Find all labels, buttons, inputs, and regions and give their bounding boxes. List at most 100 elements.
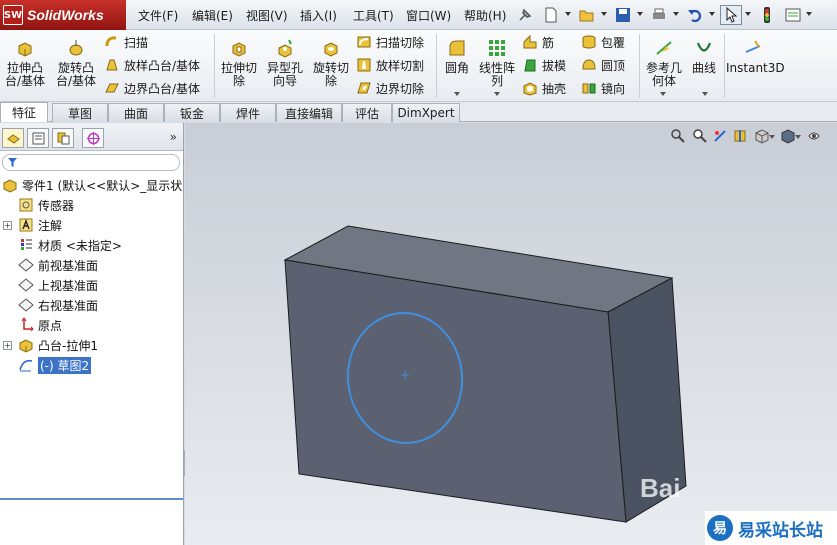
tree-item-part[interactable]: 零件1 (默认<<默认>_显示状态	[0, 175, 182, 195]
draft-icon	[524, 59, 536, 72]
property-manager-icon	[32, 132, 44, 144]
feature-tree-icon	[6, 133, 20, 144]
menu-window[interactable]: 窗口(W)	[406, 7, 451, 24]
options-icon[interactable]	[782, 5, 804, 25]
tab-surfaces[interactable]: 曲面	[108, 103, 164, 122]
command-tab-strip: 特征 草图 曲面 钣金 焊件 直接编辑 评估 DimXpert	[0, 102, 837, 122]
hole-wizard-button[interactable]: 异型孔 向导	[263, 32, 307, 88]
menu-view[interactable]: 视图(V)	[246, 7, 288, 24]
site-watermark-text: 易采站长站	[738, 520, 823, 541]
dome-icon	[582, 59, 596, 70]
mirror-icon	[582, 83, 596, 94]
reference-geometry-button[interactable]: 参考几 何体	[642, 32, 686, 88]
baidu-watermark: Bai	[640, 473, 681, 503]
tab-direct-editing[interactable]: 直接编辑	[276, 103, 342, 122]
menu-edit[interactable]: 编辑(E)	[192, 7, 233, 24]
instant3d-icon	[745, 40, 761, 53]
boundary-cut-button[interactable]: 边界切除	[356, 78, 424, 98]
feature-manager-tab[interactable]	[2, 128, 24, 148]
sweep-boss-button[interactable]: 扫描	[104, 32, 148, 52]
undo-icon[interactable]	[684, 5, 706, 25]
wrap-icon	[582, 35, 596, 49]
linear-pattern-button[interactable]: 线性阵 列	[477, 32, 517, 88]
configuration-icon	[57, 132, 69, 144]
rib-button[interactable]: 筋	[522, 32, 554, 52]
rebuild-traffic-light-icon[interactable]	[756, 5, 778, 25]
tab-dimxpert[interactable]: DimXpert	[392, 103, 460, 122]
hole-wizard-icon	[278, 39, 292, 58]
extrude-cut-button[interactable]: 拉伸切 除	[217, 32, 261, 88]
mirror-button[interactable]: 镜向	[581, 78, 625, 98]
sweep-cut-icon	[357, 36, 371, 48]
curves-icon	[696, 42, 712, 52]
tree-item-boss-extrude[interactable]: + 凸台-拉伸1	[0, 335, 182, 355]
fillet-button[interactable]: 圆角	[440, 32, 474, 75]
graphics-viewport[interactable]: Bai 易 易采站长站	[185, 123, 837, 545]
tree-item-material[interactable]: 材质 <未指定>	[0, 235, 182, 255]
annotation-icon	[19, 218, 33, 232]
tree-filter-input[interactable]	[2, 154, 180, 171]
rib-icon	[523, 34, 537, 49]
configuration-manager-tab[interactable]	[52, 128, 74, 148]
revolve-cut-button[interactable]: 旋转切 除	[309, 32, 353, 88]
tab-weldments[interactable]: 焊件	[220, 103, 276, 122]
sweep-cut-button[interactable]: 扫描切除	[356, 32, 424, 52]
loft-boss-button[interactable]: 放样凸台/基体	[104, 55, 200, 75]
tree-item-top-plane[interactable]: 上视基准面	[0, 275, 182, 295]
sensor-icon	[19, 198, 33, 212]
panel-more-chevron-icon[interactable]: »	[170, 130, 177, 144]
shell-button[interactable]: 抽壳	[522, 78, 566, 98]
menu-tools[interactable]: 工具(T)	[353, 7, 394, 24]
dome-button[interactable]: 圆顶	[581, 55, 625, 75]
boundary-cut-icon	[357, 82, 371, 94]
panel-tabs: »	[0, 123, 183, 151]
draft-button[interactable]: 拔模	[522, 55, 566, 75]
tab-sketch[interactable]: 草图	[52, 103, 108, 122]
open-folder-icon[interactable]	[576, 5, 598, 25]
site-watermark: 易 易采站长站	[705, 511, 837, 545]
curves-button[interactable]: 曲线	[689, 32, 719, 75]
select-pointer-icon[interactable]	[720, 5, 742, 25]
app-logo[interactable]: SW SolidWorks	[0, 0, 126, 30]
expand-icon[interactable]: +	[3, 220, 12, 230]
app-name: SolidWorks	[27, 7, 104, 23]
revolve-boss-button[interactable]: 旋转凸 台/基体	[53, 32, 99, 88]
tab-evaluate[interactable]: 评估	[342, 103, 392, 122]
origin-icon	[21, 317, 34, 332]
tree-item-front-plane[interactable]: 前视基准面	[0, 255, 182, 275]
print-icon[interactable]	[648, 5, 670, 25]
filter-funnel-icon	[8, 158, 17, 167]
sweep-icon	[105, 36, 117, 47]
boundary-boss-icon	[105, 83, 119, 93]
revolve-cut-icon	[324, 42, 338, 57]
expand-icon[interactable]: +	[3, 340, 12, 350]
shell-icon	[523, 82, 537, 96]
plane-icon	[18, 258, 34, 272]
extrude-boss-button[interactable]: 拉伸凸 台/基体	[2, 32, 48, 88]
menu-insert[interactable]: 插入(I)	[300, 7, 337, 24]
dimxpert-target-icon	[86, 131, 100, 145]
loft-cut-button[interactable]: 放样切割	[356, 55, 424, 75]
menu-file[interactable]: 文件(F)	[138, 7, 178, 24]
menu-help[interactable]: 帮助(H)	[464, 7, 506, 24]
tree-item-origin[interactable]: 原点	[0, 315, 182, 335]
feature-manager-panel: » 零件1 (默认<<默认>_显示状态 传感器 + 注解 材质 <未指定> 前视…	[0, 123, 184, 545]
new-document-icon[interactable]	[540, 5, 562, 25]
rollback-bar[interactable]	[0, 498, 183, 500]
tree-item-annotations[interactable]: + 注解	[0, 215, 182, 235]
part-icon	[3, 179, 17, 193]
instant3d-button[interactable]: Instant3D	[726, 32, 785, 75]
tree-item-sketch[interactable]: (-) 草图2	[0, 355, 182, 375]
menu-bar: SW SolidWorks 文件(F) 编辑(E) 视图(V) 插入(I) 工具…	[0, 0, 837, 30]
tab-sheet-metal[interactable]: 钣金	[164, 103, 220, 122]
tree-item-sensors[interactable]: 传感器	[0, 195, 182, 215]
tree-item-right-plane[interactable]: 右视基准面	[0, 295, 182, 315]
boundary-boss-button[interactable]: 边界凸台/基体	[104, 78, 200, 98]
dimxpert-manager-tab[interactable]	[82, 128, 104, 148]
tab-features[interactable]: 特征	[0, 102, 48, 122]
save-icon[interactable]	[612, 5, 634, 25]
wrap-button[interactable]: 包覆	[581, 32, 625, 52]
site-logo-icon: 易	[707, 515, 733, 541]
pin-icon[interactable]	[514, 5, 536, 25]
property-manager-tab[interactable]	[27, 128, 49, 148]
